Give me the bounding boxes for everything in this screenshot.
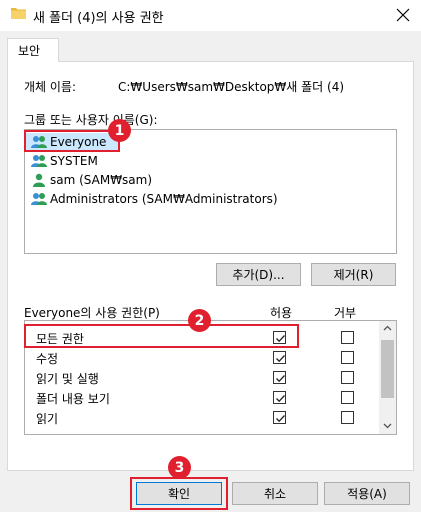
deny-checkbox[interactable] (341, 391, 354, 404)
chevron-down-icon[interactable] (383, 423, 392, 429)
annotation-badge-1: 1 (108, 119, 131, 142)
highlight-box-ok (130, 477, 228, 510)
cancel-button[interactable]: 취소 (232, 482, 318, 505)
permission-row: 수정 (25, 348, 380, 368)
allow-checkbox[interactable] (273, 371, 286, 384)
list-item-label: SYSTEM (50, 154, 98, 168)
permissions-label: Everyone의 사용 권한(P) (24, 306, 160, 320)
deny-checkbox[interactable] (341, 411, 354, 424)
permission-row: 읽기 및 실행 (25, 368, 380, 388)
deny-checkbox[interactable] (341, 351, 354, 364)
checkmark-icon (276, 415, 285, 423)
permission-name: 폴더 내용 보기 (36, 392, 110, 406)
scrollbar-thumb[interactable] (381, 340, 394, 398)
group-users-icon (31, 193, 47, 205)
add-button[interactable]: 추가(D)... (216, 263, 301, 286)
list-item[interactable]: sam (SAM₩sam) (31, 171, 152, 189)
annotation-badge-2: 2 (188, 309, 211, 332)
allow-checkbox[interactable] (273, 391, 286, 404)
checkmark-icon (276, 395, 285, 403)
user-icon (33, 173, 45, 187)
list-item[interactable]: Administrators (SAM₩Administrators) (31, 190, 278, 208)
window-title: 새 폴더 (4)의 사용 권한 (33, 11, 164, 26)
close-icon[interactable] (396, 8, 410, 22)
chevron-up-icon[interactable] (383, 325, 392, 331)
group-users-icon (31, 155, 47, 167)
list-item-label: sam (SAM₩sam) (50, 173, 153, 187)
checkmark-icon (276, 375, 285, 383)
deny-checkbox[interactable] (341, 331, 354, 344)
permission-row: 폴더 내용 보기 (25, 388, 380, 408)
deny-header: 거부 (334, 306, 357, 320)
remove-button[interactable]: 제거(R) (311, 263, 396, 286)
object-name-value: C:₩Users₩sam₩Desktop₩새 폴더 (4) (118, 80, 345, 94)
allow-checkbox[interactable] (273, 351, 286, 364)
permission-name: 읽기 (36, 412, 59, 426)
annotation-badge-3: 3 (168, 456, 191, 479)
object-name-label: 개체 이름: (24, 80, 77, 94)
list-item-label: Administrators (SAM₩Administrators) (50, 192, 278, 206)
allow-header: 허용 (270, 306, 293, 320)
tab-security[interactable]: 보안 (7, 38, 59, 62)
highlight-box-everyone (24, 130, 120, 152)
allow-checkbox[interactable] (273, 411, 286, 424)
checkmark-icon (276, 355, 285, 363)
deny-checkbox[interactable] (341, 371, 354, 384)
permission-name: 수정 (36, 352, 59, 366)
list-item[interactable]: SYSTEM (31, 152, 98, 170)
folder-icon (11, 8, 26, 19)
apply-button[interactable]: 적용(A) (324, 482, 410, 505)
permission-name: 읽기 및 실행 (36, 372, 99, 386)
highlight-box-full-control (24, 324, 299, 348)
permission-row: 읽기 (25, 408, 380, 428)
group-list-label: 그룹 또는 사용자 이름(G): (24, 113, 158, 127)
